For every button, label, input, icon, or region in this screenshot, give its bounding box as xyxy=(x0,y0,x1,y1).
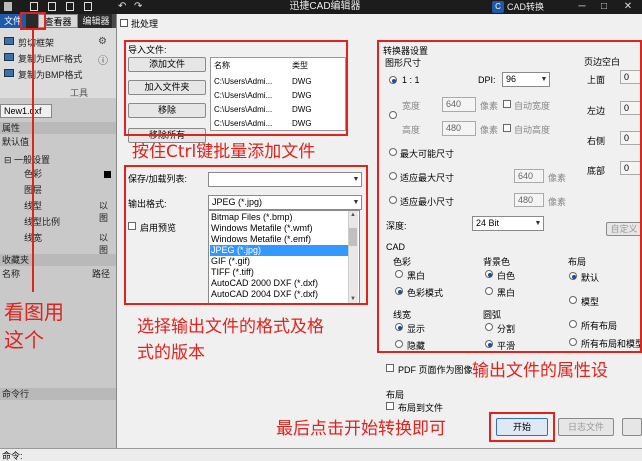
annotation-box-format xyxy=(124,165,368,305)
cut-frame-button[interactable]: 剪切框架 xyxy=(18,36,54,49)
copy-bmp-icon xyxy=(4,69,14,77)
pdf-as-image-label: PDF 页面作为图像 xyxy=(398,365,473,375)
annotation-arrow-line xyxy=(32,30,34,292)
layout2-label: 布局 xyxy=(386,390,405,400)
copy-emf-icon xyxy=(4,53,14,61)
maximize-button[interactable]: □ xyxy=(596,0,612,14)
redo-icon[interactable]: ↷ xyxy=(134,1,142,12)
default-value-label: 默认值 xyxy=(2,137,30,147)
favorites-header: 收藏夹 xyxy=(0,254,116,266)
info-icon[interactable]: ⓘ xyxy=(98,52,108,67)
command-bar[interactable] xyxy=(0,448,642,461)
favorites-col-name[interactable]: 名称 xyxy=(0,268,60,280)
pdf-as-image-checkbox[interactable] xyxy=(386,364,394,372)
prop-value: 以图 xyxy=(99,233,109,255)
cad-convert-link[interactable]: CAD转换 xyxy=(507,0,544,14)
prop-row[interactable]: 色彩 xyxy=(0,168,116,180)
tab-editor[interactable]: 编辑器 xyxy=(80,14,112,28)
layout-to-file-checkbox[interactable] xyxy=(386,402,394,410)
cad-convert-logo-icon: C xyxy=(492,1,504,13)
properties-header: 属性 xyxy=(0,122,116,134)
annotation-click-start: 最后点击开始转换即可 xyxy=(276,419,446,439)
close-button[interactable]: ✕ xyxy=(620,0,636,14)
annotation-select-format-2: 式的版本 xyxy=(137,343,205,363)
command-line-header: 命令行 xyxy=(0,388,116,400)
favorites-col-path[interactable]: 路径 xyxy=(92,268,116,280)
prop-row[interactable]: 线型比例 xyxy=(0,216,116,228)
general-settings-group[interactable]: ⊟ 一般设置 xyxy=(0,154,116,166)
app-menu-icon[interactable] xyxy=(4,2,12,11)
undo-icon[interactable]: ↶ xyxy=(118,1,126,12)
annotation-box-properties xyxy=(377,40,642,353)
log-file-button[interactable]: 日志文件 xyxy=(558,418,614,436)
annotation-ctrl-batch: 按住Ctrl键批量添加文件 xyxy=(132,142,316,162)
save-file-icon[interactable] xyxy=(66,2,74,11)
annotation-look-at-pic-2: 这个 xyxy=(4,328,44,352)
copy-emf-button[interactable]: 复制为EMF格式 xyxy=(18,52,82,65)
color-swatch-icon xyxy=(104,171,111,178)
new-file-icon[interactable] xyxy=(30,2,38,11)
layout-to-file-label: 布局到文件 xyxy=(398,403,444,413)
command-label: 命令: xyxy=(2,451,23,461)
copy-bmp-button[interactable]: 复制为BMP格式 xyxy=(18,68,83,81)
annotation-select-format: 选择输出文件的格式及格 xyxy=(137,317,324,337)
document-tab[interactable]: New1.dxf xyxy=(0,104,52,118)
annotation-output-props: 输出文件的属性设 xyxy=(472,361,608,381)
prop-row[interactable]: 图层 xyxy=(0,184,116,196)
dialog-icon xyxy=(120,19,128,27)
extra-button[interactable] xyxy=(622,418,642,436)
gear-icon[interactable]: ⚙ xyxy=(98,36,107,47)
cut-frame-icon xyxy=(4,37,14,45)
minimize-button[interactable]: ─ xyxy=(574,0,590,14)
dialog-title: 批处理 xyxy=(131,19,159,29)
annotation-box-import xyxy=(124,40,348,136)
prop-name: 线型比例 xyxy=(24,217,61,227)
annotation-box-start xyxy=(489,412,555,442)
annotation-look-at-pic: 看图用 xyxy=(4,300,64,324)
print-icon[interactable] xyxy=(84,2,92,11)
prop-value: 以图 xyxy=(99,201,109,223)
annotation-box-viewer xyxy=(20,12,46,30)
open-file-icon[interactable] xyxy=(48,2,56,11)
tools-group-label: 工具 xyxy=(70,88,89,98)
app-title: 迅捷CAD编辑器 xyxy=(289,1,361,12)
